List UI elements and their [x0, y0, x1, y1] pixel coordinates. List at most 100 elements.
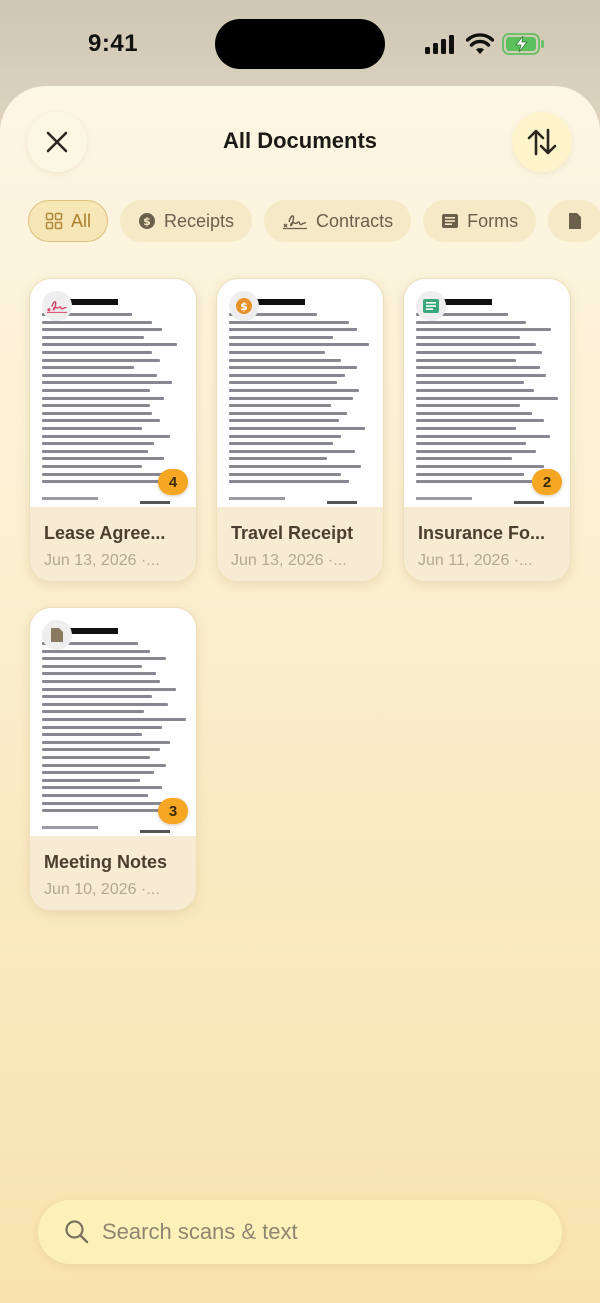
thumbnail-footer-line — [42, 826, 98, 829]
thumbnail-text-line — [229, 457, 327, 461]
page-count-badge: 3 — [158, 798, 188, 824]
dynamic-island — [215, 19, 385, 69]
thumbnail-text-line — [229, 419, 339, 423]
thumbnail-text-line — [416, 457, 512, 461]
thumbnail-text-line — [416, 396, 558, 400]
thumbnail-text-line — [42, 702, 168, 706]
thumbnail-text-line — [229, 411, 347, 415]
thumbnail-text-line — [42, 434, 170, 438]
document-info: Travel Receipt Jun 13, 2026 ·... — [217, 507, 383, 581]
signature-icon — [283, 215, 308, 230]
document-icon — [569, 213, 582, 229]
filter-chip-label: All — [71, 210, 92, 231]
thumbnail-text-line — [416, 389, 534, 392]
filter-chip-label: Receipts — [164, 210, 235, 231]
status-bar: 9:41 — [0, 0, 600, 88]
thumbnail-text-line — [42, 472, 168, 476]
thumbnail-text-line — [42, 351, 152, 354]
document-name: Meeting Notes — [44, 852, 168, 872]
thumbnail-text-line — [42, 396, 164, 400]
thumbnail-text-line — [42, 794, 148, 797]
document-card[interactable]: 4 Lease Agree... Jun 13, 2026 ·... — [29, 278, 197, 582]
thumbnail-text-line — [42, 328, 162, 332]
thumbnail-text-line — [42, 449, 148, 453]
thumbnail-heading-line — [440, 299, 492, 305]
dollar-circle-icon: $ — [229, 291, 259, 321]
battery-charging-icon — [502, 33, 544, 55]
search-bar[interactable] — [38, 1200, 562, 1264]
filter-chip-documents[interactable] — [548, 200, 600, 242]
document-icon — [42, 620, 72, 650]
thumbnail-text-line — [42, 465, 142, 468]
thumbnail-text-line — [229, 472, 341, 476]
thumbnail-text-line — [416, 472, 524, 476]
thumbnail-heading-line — [253, 299, 305, 305]
document-card[interactable]: 2 Insurance Fo... Jun 11, 2026 ·... — [403, 278, 571, 582]
thumbnail-text-line — [229, 434, 341, 438]
thumbnail-text-line — [229, 373, 345, 377]
form-icon — [442, 214, 459, 228]
thumbnail-text-line — [416, 404, 520, 408]
thumbnail-text-line — [42, 778, 140, 782]
thumbnail-text-line — [229, 381, 337, 385]
thumbnail-text-line — [42, 740, 170, 744]
thumbnail-text-line — [416, 351, 542, 354]
thumbnail-text-line — [229, 328, 357, 332]
document-thumbnail: 4 — [30, 279, 196, 507]
filter-chip-forms[interactable]: Forms — [423, 200, 537, 242]
sort-arrows-icon — [527, 128, 557, 156]
filter-chip-label: Contracts — [316, 210, 394, 231]
thumbnail-text-line — [42, 381, 172, 385]
thumbnail-text-line — [42, 419, 160, 423]
search-icon — [65, 1220, 89, 1244]
thumbnail-text-line — [416, 411, 532, 415]
thumbnail-text-line — [229, 480, 349, 484]
document-name: Travel Receipt — [231, 523, 354, 543]
filter-chip-receipts[interactable]: $ Receipts — [120, 200, 253, 242]
thumbnail-text-line — [42, 756, 150, 759]
thumbnail-text-line — [42, 657, 166, 661]
document-name: Insurance Fo... — [418, 523, 546, 543]
thumbnail-text-line — [416, 366, 540, 370]
thumbnail-text-line — [42, 725, 162, 729]
document-date: Jun 13, 2026 ·... — [231, 552, 347, 569]
filter-chip-all[interactable]: All — [28, 200, 109, 242]
thumbnail-text-line — [416, 320, 526, 324]
thumbnail-text-line — [229, 320, 349, 324]
thumbnail-text-line — [42, 404, 150, 408]
filter-chip-contracts[interactable]: Contracts — [264, 200, 412, 242]
page-title: All Documents — [222, 128, 378, 153]
thumbnail-text-line — [416, 434, 550, 438]
thumbnail-text-line — [42, 733, 142, 737]
thumbnail-text-line — [416, 465, 544, 468]
document-card[interactable]: $ Travel Receipt Jun 13, 2026 ·... — [216, 278, 384, 582]
thumbnail-text-line — [229, 358, 341, 362]
thumbnail-footer-line — [42, 497, 98, 500]
thumbnail-text-line — [42, 763, 166, 767]
document-card[interactable]: 3 Meeting Notes Jun 10, 2026 ·... — [29, 607, 197, 911]
document-info: Meeting Notes Jun 10, 2026 ·... — [30, 836, 196, 910]
document-thumbnail: 3 — [30, 608, 196, 836]
document-date: Jun 13, 2026 ·... — [44, 552, 160, 569]
thumbnail-text-line — [42, 809, 164, 813]
thumbnail-text-line — [42, 687, 176, 691]
thumbnail-text-line — [42, 672, 156, 676]
thumbnail-footer-line — [229, 497, 285, 500]
thumbnail-footer-line — [140, 501, 170, 504]
signature-icon — [42, 291, 72, 321]
thumbnail-text-line — [42, 427, 142, 430]
thumbnail-text-line — [42, 320, 152, 324]
thumbnail-text-line — [416, 419, 544, 423]
sort-button[interactable] — [512, 112, 572, 172]
thumbnail-text-line — [42, 480, 176, 484]
thumbnail-text-line — [42, 366, 134, 370]
status-time: 9:41 — [88, 30, 139, 57]
thumbnail-text-line — [416, 442, 526, 446]
dollar-circle-icon: $ — [139, 213, 156, 229]
thumbnail-text-line — [42, 786, 162, 790]
search-input[interactable] — [102, 1219, 502, 1245]
page-count-badge: 4 — [158, 469, 188, 495]
thumbnail-footer-line — [327, 501, 357, 504]
cellular-signal-icon — [425, 34, 457, 54]
thumbnail-footer-line — [416, 497, 472, 500]
